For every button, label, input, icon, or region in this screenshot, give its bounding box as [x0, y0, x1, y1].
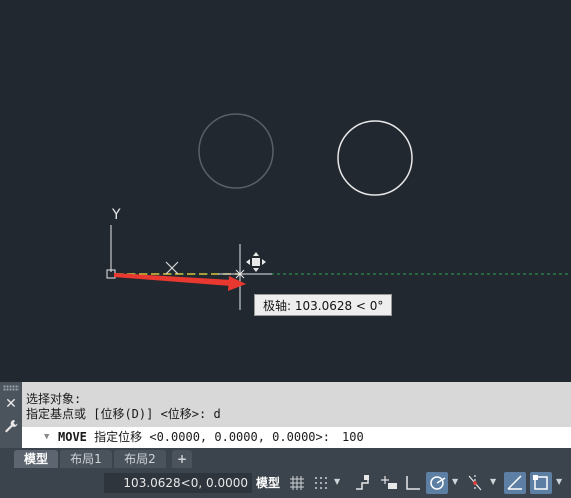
grid-icon[interactable] — [286, 472, 308, 494]
ortho-icon[interactable] — [402, 472, 424, 494]
model-space-button[interactable]: 模型 — [256, 473, 280, 493]
command-window-sidebar: ✕ — [0, 382, 22, 448]
ucs-icon: Y — [106, 207, 121, 279]
move-grip-icon — [246, 252, 266, 272]
canvas-drawing: Y — [106, 113, 571, 310]
recent-commands-caret-icon[interactable]: ▼ — [44, 427, 49, 448]
x-marker-icon — [165, 261, 179, 275]
object-snap-tracking-icon[interactable] — [464, 472, 486, 494]
polar-tracking-icon[interactable] — [426, 472, 448, 494]
coordinates-display[interactable]: 103.0628<0, 0.0000 — [104, 473, 252, 493]
command-history: 选择对象: 指定基点或 [位移(D)] <位移>: d — [26, 392, 566, 422]
command-name: MOVE — [58, 430, 87, 444]
status-bar: 103.0628<0, 0.0000 模型 ▼ ▼ ▼ ▼ — [0, 468, 571, 498]
tab-layout1[interactable]: 布局1 — [60, 450, 112, 468]
layout-tabs: 模型 布局1 布局2 + — [0, 448, 571, 468]
add-layout-button[interactable]: + — [172, 450, 192, 468]
circle-white — [337, 120, 413, 196]
tab-layout2[interactable]: 布局2 — [114, 450, 166, 468]
wrench-icon[interactable] — [3, 418, 19, 434]
ucs-y-label: Y — [111, 207, 121, 223]
snap-icon[interactable] — [310, 472, 332, 494]
snap-dropdown-icon[interactable]: ▼ — [334, 477, 342, 487]
dynamic-input-icon[interactable] — [378, 472, 400, 494]
circle-gray — [198, 113, 274, 189]
polar-dropdown-icon[interactable]: ▼ — [452, 477, 460, 487]
command-window: ✕ 选择对象: 指定基点或 [位移(D)] <位移>: d ▼ MOVE 指定位… — [0, 382, 571, 448]
grip-handle-icon[interactable] — [3, 385, 19, 391]
drawing-canvas[interactable]: Y 极轴: 103.0628 < 0° — [0, 0, 571, 382]
object-snap-icon[interactable] — [530, 472, 552, 494]
command-prompt-text: 指定位移 <0.0000, 0.0000, 0.0000>: — [86, 430, 330, 444]
polar-tooltip: 极轴: 103.0628 < 0° — [254, 294, 393, 316]
close-icon[interactable]: ✕ — [3, 396, 19, 412]
tracking-dropdown-icon[interactable]: ▼ — [490, 477, 498, 487]
infer-constraints-icon[interactable] — [352, 472, 374, 494]
command-prompt: MOVE 指定位移 <0.0000, 0.0000, 0.0000>: — [58, 427, 330, 448]
tab-model[interactable]: 模型 — [14, 450, 58, 468]
history-line: 选择对象: — [26, 392, 82, 406]
annotation-arrow-icon — [114, 273, 246, 291]
osnap-dropdown-icon[interactable]: ▼ — [556, 477, 564, 487]
isometric-drafting-icon[interactable] — [504, 472, 526, 494]
history-line: 指定基点或 [位移(D)] <位移>: d — [26, 407, 221, 421]
command-input[interactable]: ▼ MOVE 指定位移 <0.0000, 0.0000, 0.0000>: 10… — [22, 427, 571, 448]
command-input-value[interactable]: 100 — [342, 427, 364, 448]
